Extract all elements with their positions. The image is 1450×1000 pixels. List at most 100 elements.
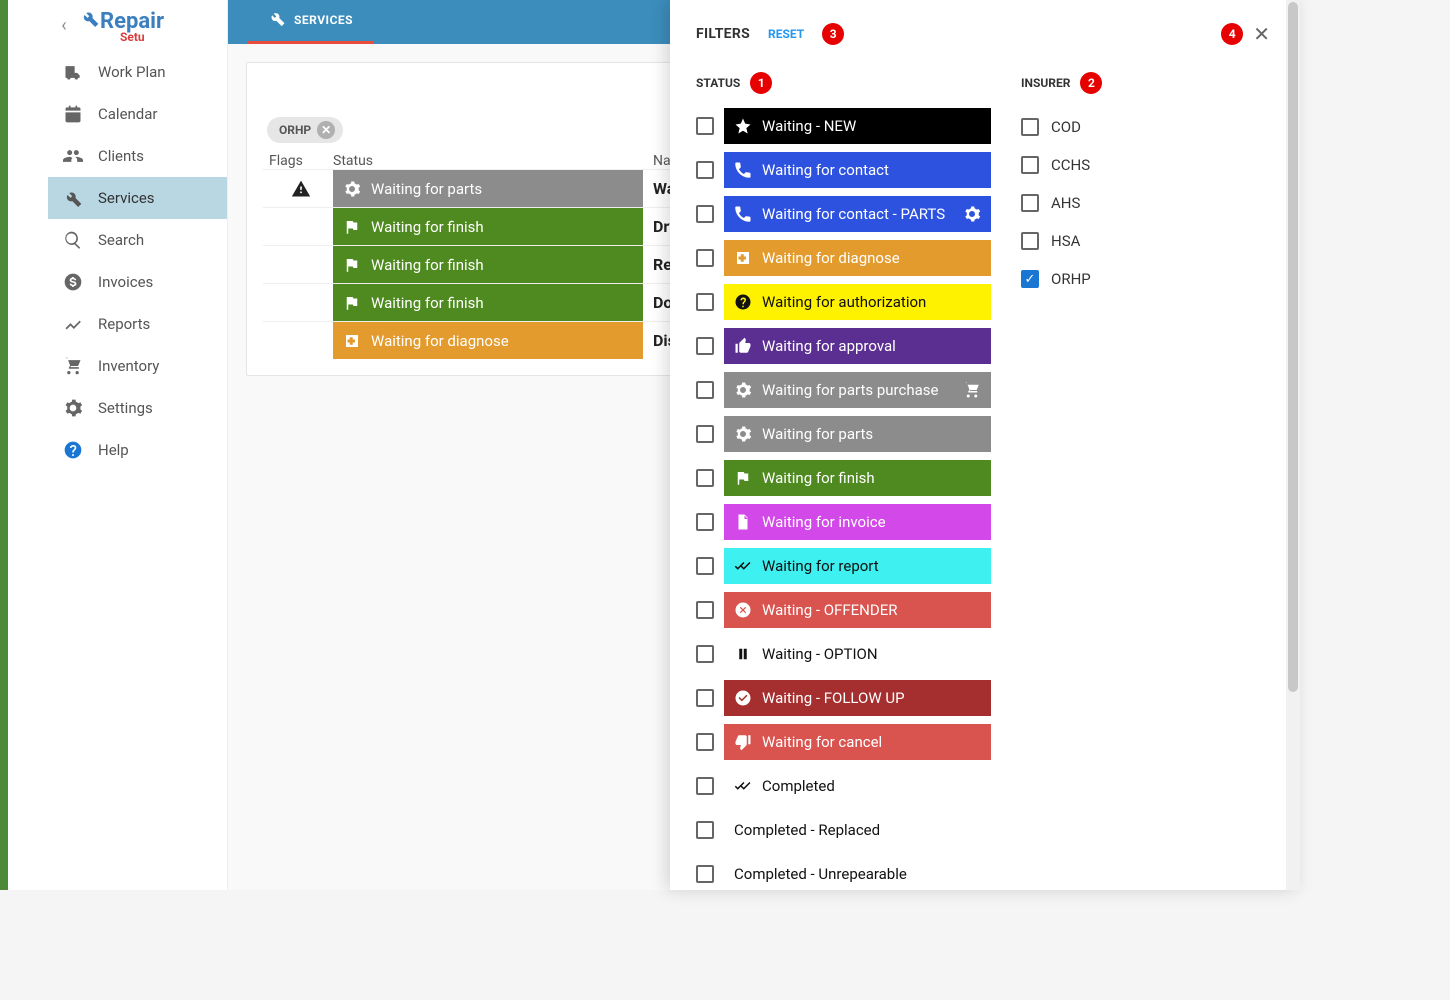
status-chip[interactable]: Waiting - OFFENDER [724, 592, 991, 628]
status-checkbox[interactable] [696, 601, 714, 619]
sidebar-item-clients[interactable]: Clients [48, 135, 227, 177]
insurer-checkbox[interactable] [1021, 194, 1039, 212]
insurer-checkbox[interactable] [1021, 232, 1039, 250]
row-flag [263, 284, 333, 321]
insurer-label: COD [1051, 118, 1081, 136]
status-checkbox[interactable] [696, 249, 714, 267]
status-checkbox[interactable] [696, 469, 714, 487]
sidebar-item-invoices[interactable]: Invoices [48, 261, 227, 303]
app-root: ‹ Repair Setu Work Plan Calendar Clients… [0, 0, 1300, 890]
row-status: Waiting for parts [333, 170, 643, 207]
status-chip[interactable]: Waiting for finish [724, 460, 991, 496]
status-chip[interactable]: Waiting for contact - PARTS [724, 196, 991, 232]
insurer-label: ORHP [1051, 270, 1091, 288]
sidebar-item-calendar[interactable]: Calendar [48, 93, 227, 135]
scrollbar-thumb[interactable] [1288, 2, 1298, 692]
filter-chips: ORHP ✕ [267, 117, 343, 143]
flag-icon [343, 256, 361, 274]
status-header: STATUS [696, 76, 740, 90]
row-status: Waiting for finish [333, 208, 643, 245]
trend-icon [62, 313, 84, 335]
insurer-checkbox[interactable] [1021, 156, 1039, 174]
insurer-header: INSURER [1021, 76, 1070, 90]
sidebar-item-inventory[interactable]: Inventory [48, 345, 227, 387]
insurer-label: AHS [1051, 194, 1080, 212]
status-chip-label: Waiting for contact - PARTS [762, 205, 945, 223]
status-checkbox[interactable] [696, 513, 714, 531]
annotation-badge-3: 3 [822, 23, 844, 45]
status-checkbox[interactable] [696, 689, 714, 707]
status-filter-row: Waiting for contact - PARTS [696, 196, 991, 232]
status-chip[interactable]: Waiting for diagnose [724, 240, 991, 276]
status-checkbox[interactable] [696, 425, 714, 443]
row-flag [263, 170, 333, 207]
sidebar-item-services[interactable]: Services [48, 177, 227, 219]
status-checkbox[interactable] [696, 205, 714, 223]
search-icon [62, 229, 84, 251]
sidebar-item-settings[interactable]: Settings [48, 387, 227, 429]
sidebar-item-reports[interactable]: Reports [48, 303, 227, 345]
status-label: Waiting for finish [371, 256, 484, 274]
status-chip[interactable]: Waiting for report [724, 548, 991, 584]
status-filter-row: Waiting for contact [696, 152, 991, 188]
status-chip[interactable]: Completed [724, 768, 991, 804]
status-chip[interactable]: Waiting - NEW [724, 108, 991, 144]
sidebar-item-search[interactable]: Search [48, 219, 227, 261]
row-flag [263, 208, 333, 245]
status-chip-label: Waiting - FOLLOW UP [762, 689, 905, 707]
coin-icon [62, 271, 84, 293]
status-chip[interactable]: Waiting for invoice [724, 504, 991, 540]
page-scrollbar[interactable] [1286, 0, 1300, 890]
status-checkbox[interactable] [696, 865, 714, 883]
status-chip[interactable]: Waiting for authorization [724, 284, 991, 320]
sidebar-item-label: Clients [98, 147, 144, 165]
status-chip[interactable]: Waiting for contact [724, 152, 991, 188]
tab-services[interactable]: SERVICES [248, 0, 373, 44]
status-list: Waiting - NEW Waiting for contact Waiting … [696, 108, 991, 890]
filter-chip-orhp: ORHP ✕ [267, 117, 343, 143]
status-chip[interactable]: Completed - Replaced [724, 812, 991, 848]
gear-icon [734, 425, 752, 443]
status-chip-label: Waiting for authorization [762, 293, 926, 311]
status-chip[interactable]: Waiting for parts [724, 416, 991, 452]
status-chip[interactable]: Waiting - FOLLOW UP [724, 680, 991, 716]
sidebar-item-label: Services [98, 189, 155, 207]
close-icon[interactable]: ✕ [1249, 22, 1274, 46]
doublecheck-solid-icon [734, 777, 752, 795]
status-chip[interactable]: Waiting for parts purchase [724, 372, 991, 408]
status-checkbox[interactable] [696, 777, 714, 795]
gear-icon [963, 205, 981, 223]
status-checkbox[interactable] [696, 381, 714, 399]
phone-icon [734, 205, 752, 223]
status-checkbox[interactable] [696, 557, 714, 575]
status-checkbox[interactable] [696, 733, 714, 751]
chip-remove-icon[interactable]: ✕ [317, 121, 335, 139]
logo-row: ‹ Repair Setu [48, 4, 227, 51]
status-checkbox[interactable] [696, 161, 714, 179]
status-checkbox[interactable] [696, 117, 714, 135]
gear-icon [734, 381, 752, 399]
status-chip[interactable]: Waiting - OPTION [724, 636, 991, 672]
status-filter-row: Waiting - OFFENDER [696, 592, 991, 628]
status-chip-label: Completed [762, 777, 835, 795]
sidebar-item-label: Work Plan [98, 63, 166, 81]
sidebar-item-workplan[interactable]: Work Plan [48, 51, 227, 93]
status-chip-label: Waiting - OPTION [762, 645, 878, 663]
status-chip[interactable]: Completed - Unrepearable [724, 856, 991, 890]
status-checkbox[interactable] [696, 337, 714, 355]
status-checkbox[interactable] [696, 293, 714, 311]
status-checkbox[interactable] [696, 821, 714, 839]
status-filter-row: Completed - Replaced [696, 812, 991, 848]
status-filter-row: Waiting for diagnose [696, 240, 991, 276]
status-chip[interactable]: Waiting for approval [724, 328, 991, 364]
sidebar-item-help[interactable]: Help [48, 429, 227, 471]
filters-reset-button[interactable]: RESET [768, 27, 804, 41]
collapse-sidebar-icon[interactable]: ‹ [54, 15, 74, 36]
insurer-label: HSA [1051, 232, 1080, 250]
insurer-checkbox[interactable] [1021, 118, 1039, 136]
status-checkbox[interactable] [696, 645, 714, 663]
status-chip-label: Waiting for parts purchase [762, 381, 938, 399]
status-chip[interactable]: Waiting for cancel [724, 724, 991, 760]
insurer-checkbox[interactable]: ✓ [1021, 270, 1039, 288]
status-chip-label: Completed - Unrepearable [734, 865, 907, 883]
